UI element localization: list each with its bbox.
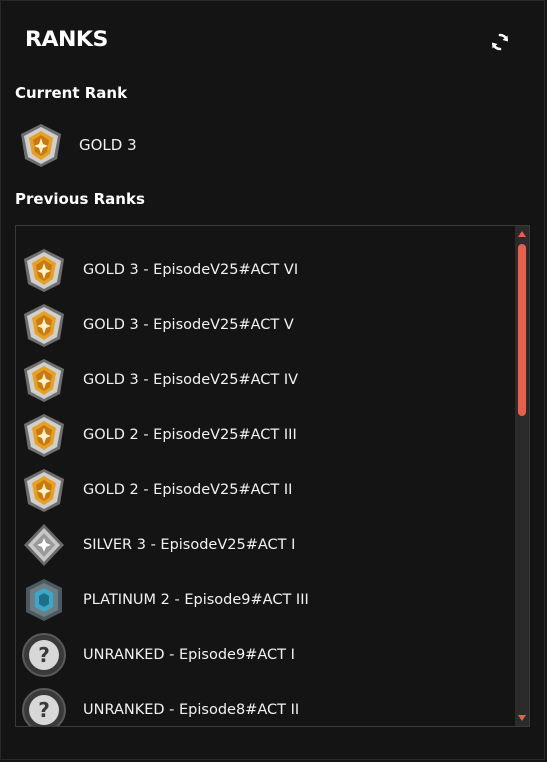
rank-entry-label: UNRANKED - Episode9#ACT I: [83, 646, 295, 663]
current-rank: GOLD 3: [17, 119, 137, 171]
svg-text:?: ?: [38, 643, 50, 667]
list-item: GOLD 3 - EpisodeV25#ACT IV: [16, 352, 513, 407]
current-rank-label: GOLD 3: [79, 136, 137, 154]
rank-entry-label: GOLD 3 - EpisodeV25#ACT VI: [83, 261, 299, 278]
page-title: RANKS: [25, 27, 108, 51]
gold-rank-icon: [21, 124, 61, 167]
gold-rank-icon: [24, 248, 64, 292]
scrollbar-thumb[interactable]: [518, 244, 526, 416]
list-item: PLATINUM 2 - Episode9#ACT III: [16, 572, 513, 627]
rank-entry-label: UNRANKED - Episode8#ACT II: [83, 701, 300, 718]
list-item: ? UNRANKED - Episode9#ACT I: [16, 627, 513, 682]
app-window: RANKS Current Rank GOLD 3 Previous Ranks…: [0, 0, 545, 760]
list-item: GOLD 2 - EpisodeV25#ACT III: [16, 407, 513, 462]
rank-entry-label: GOLD 3 - EpisodeV25#ACT V: [83, 316, 294, 333]
rank-entry-label: GOLD 2 - EpisodeV25#ACT III: [83, 426, 297, 443]
rank-entry-label: PLATINUM 2 - Episode9#ACT III: [83, 591, 309, 608]
current-rank-heading: Current Rank: [15, 84, 128, 102]
platinum-rank-icon: [26, 578, 62, 621]
list-item: GOLD 2 - EpisodeV25#ACT II: [16, 462, 513, 517]
rank-entry-label: GOLD 2 - EpisodeV25#ACT II: [83, 481, 293, 498]
rank-entry-label: SILVER 3 - EpisodeV25#ACT I: [83, 536, 296, 553]
rank-list-content: GOLD 3 - EpisodeV25#ACT VI GOLD 3 - Episo…: [16, 242, 513, 726]
svg-text:?: ?: [38, 698, 50, 722]
refresh-button[interactable]: [487, 29, 513, 55]
list-item: GOLD 3 - EpisodeV25#ACT VI: [16, 242, 513, 297]
list-item: SILVER 3 - EpisodeV25#ACT I: [16, 517, 513, 572]
unranked-icon: ?: [22, 687, 66, 726]
scroll-up-arrow-icon[interactable]: [518, 231, 526, 237]
scrollbar[interactable]: [515, 226, 529, 726]
rank-entry-label: GOLD 3 - EpisodeV25#ACT IV: [83, 371, 299, 388]
previous-ranks-heading: Previous Ranks: [15, 190, 145, 208]
refresh-icon: [492, 33, 508, 51]
silver-rank-icon: [24, 523, 64, 566]
gold-rank-icon: [24, 358, 64, 402]
gold-rank-icon: [24, 303, 64, 347]
gold-rank-icon: [24, 468, 64, 512]
previous-ranks-list[interactable]: GOLD 3 - EpisodeV25#ACT VI GOLD 3 - Episo…: [15, 225, 530, 727]
scroll-down-arrow-icon[interactable]: [518, 715, 526, 721]
gold-rank-icon: [24, 413, 64, 457]
list-item: GOLD 3 - EpisodeV25#ACT V: [16, 297, 513, 352]
unranked-icon: ?: [22, 632, 66, 677]
list-item: ? UNRANKED - Episode8#ACT II: [16, 682, 513, 726]
